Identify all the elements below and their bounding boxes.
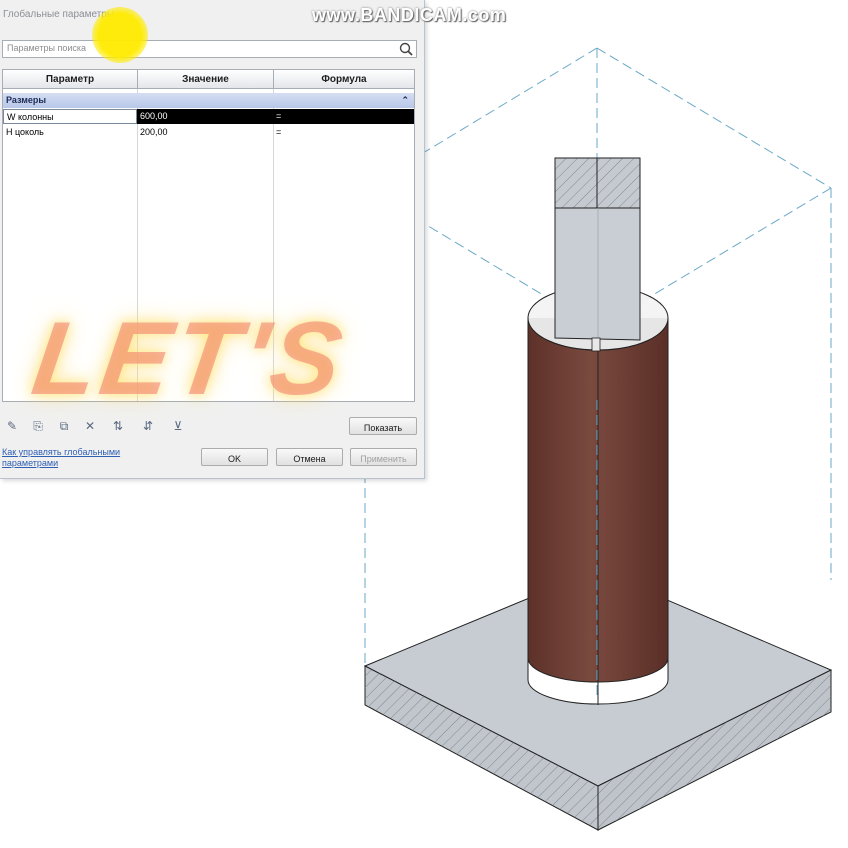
delete-icon[interactable]: ✕ [82,417,98,435]
search-placeholder: Параметры поиска [7,43,87,53]
collapse-icon[interactable]: ⌃ [401,93,409,108]
duplicate-icon[interactable]: ⧉ [56,417,72,435]
recording-watermark: www.BANDICAM.com [312,5,507,25]
sort-ascending-icon[interactable]: ⇅ [110,417,126,435]
new-parameter-icon[interactable]: ⎘ [30,417,46,435]
table-row[interactable]: W колонны 600,00 = [3,109,414,124]
overlay-caption: LET'S [25,301,353,417]
filter-icon[interactable]: ⊻ [170,417,186,435]
pencil-icon[interactable]: ✎ [4,417,20,435]
parameter-formula-cell[interactable]: = [273,125,414,140]
show-button[interactable]: Показать [349,417,417,435]
ok-button[interactable]: OK [201,448,268,466]
apply-button[interactable]: Применить [350,448,417,466]
group-row-dimensions[interactable]: Размеры ⌃ [3,93,414,108]
sort-descending-icon[interactable]: ⇵ [140,417,156,435]
column-header-parameter[interactable]: Параметр [3,70,138,89]
search-icon[interactable] [398,41,414,57]
column-header-value[interactable]: Значение [138,70,274,89]
cursor-highlight [92,7,148,63]
group-label: Размеры [6,95,47,105]
search-field[interactable]: Параметры поиска [2,40,417,58]
parameter-name-cell[interactable]: H цоколь [3,125,137,140]
help-link[interactable]: Как управлять глобальными параметрами [2,447,172,469]
square-column[interactable] [554,157,641,352]
cancel-button[interactable]: Отмена [276,448,343,466]
parameter-name-cell[interactable]: W колонны [3,109,137,124]
parameter-value-cell[interactable]: 600,00 [137,109,273,124]
column-header-formula[interactable]: Формула [274,70,414,89]
parameter-formula-cell[interactable]: = [273,109,414,124]
table-row[interactable]: H цоколь 200,00 = [3,125,414,140]
parameter-value-cell[interactable]: 200,00 [137,125,273,140]
